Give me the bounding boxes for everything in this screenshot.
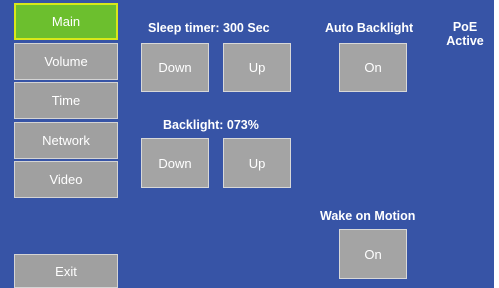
exit-button[interactable]: Exit [14,254,118,288]
tab-volume[interactable]: Volume [14,43,118,80]
sidebar: Main Volume Time Network Video Exit [0,0,120,288]
backlight-label: Backlight: 073% [163,118,259,132]
tab-time[interactable]: Time [14,82,118,119]
backlight-down-button[interactable]: Down [141,138,209,188]
backlight-up-button[interactable]: Up [223,138,291,188]
sleep-timer-label: Sleep timer: 300 Sec [148,21,270,35]
sleep-timer-up-button[interactable]: Up [223,43,291,92]
tab-video[interactable]: Video [14,161,118,198]
main-panel: Sleep timer: 300 Sec Down Up Backlight: … [120,0,494,288]
auto-backlight-toggle[interactable]: On [339,43,407,92]
auto-backlight-label: Auto Backlight [325,21,414,35]
touch-panel-screen: Main Volume Time Network Video Exit Slee… [0,0,499,288]
poe-status-line2: Active [446,34,484,48]
poe-status-line1: PoE [452,20,478,34]
sleep-timer-down-button[interactable]: Down [141,43,209,92]
poe-status-indicator: PoE Active [440,20,490,48]
wake-on-motion-label: Wake on Motion [320,209,416,223]
tab-main[interactable]: Main [14,3,118,40]
wake-on-motion-toggle[interactable]: On [339,229,407,279]
tab-network[interactable]: Network [14,122,118,159]
